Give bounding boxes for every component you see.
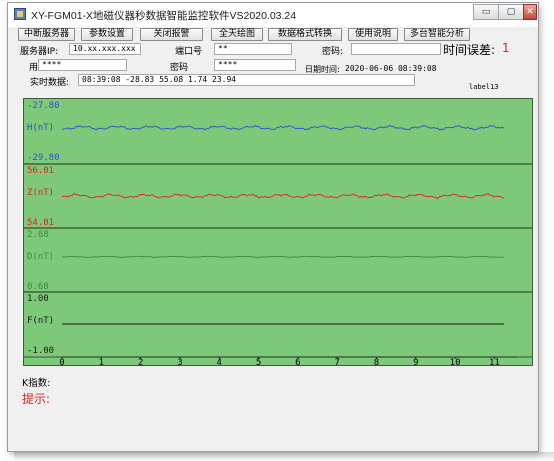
window-shadow <box>14 452 554 461</box>
user-password-label: 密码 <box>170 63 189 73</box>
window-title: XY-FGM01-X地磁仪器秒数据智能监控软件VS2020.03.24 <box>31 10 297 22</box>
panel-3-ymin-label: -1.00 <box>27 346 54 356</box>
series-H(nT) <box>61 124 505 131</box>
series-Z(nT) <box>61 193 505 199</box>
close-button[interactable]: ✕ <box>523 4 537 20</box>
x-tick-label: 7 <box>334 358 339 365</box>
x-tick-label: 0 <box>59 358 64 365</box>
panel-2-ymin-label: 0.68 <box>27 282 49 292</box>
panel-0-ymax-label: -27.80 <box>27 101 60 111</box>
x-tick-label: 11 <box>489 358 500 365</box>
panel-2-ymax-label: 2.68 <box>27 230 49 240</box>
x-tick-label: 2 <box>138 358 143 365</box>
password-field[interactable] <box>351 43 441 55</box>
panel-1-ymax-label: 56.01 <box>27 166 54 176</box>
x-tick-label: 5 <box>256 358 261 365</box>
datetime-value: 2020-06-06 08:39:08 <box>345 64 437 73</box>
full-day-plot-button[interactable]: 全天绘图 <box>211 28 263 41</box>
time-error-label: 时间误差: <box>443 43 496 57</box>
param-settings-button[interactable]: 参数设置 <box>81 28 133 41</box>
magnetometer-chart: -27.80 H(nT) -29.80 56.01 Z(nT) 54.01 2.68 D(nT… <box>23 98 533 368</box>
realtime-data-field[interactable]: 08:39:08 -28.83 55.08 1.74 23.94 <box>78 74 415 86</box>
panel-0-name-label: H(nT) <box>27 123 54 133</box>
server-ip-field[interactable]: 10.xx.xxx.xxx <box>69 43 141 55</box>
maximize-button[interactable]: ▢ <box>498 4 524 20</box>
password-label: 密码: <box>322 47 344 57</box>
port-field[interactable]: ** <box>214 43 292 55</box>
x-tick-label: 4 <box>217 358 222 365</box>
x-tick-label: 1 <box>99 358 104 365</box>
port-label: 端口号 <box>175 47 203 57</box>
x-tick-label: 9 <box>413 358 418 365</box>
minimize-button[interactable]: ▭ <box>473 4 499 20</box>
panel-1-name-label: Z(nT) <box>27 188 54 198</box>
hint-label: 提示: <box>22 392 51 406</box>
user-field[interactable]: **** <box>38 59 127 71</box>
panel-3-name-label: F(nT) <box>27 316 54 326</box>
panel-0-ymin-label: -29.80 <box>27 153 60 163</box>
label13: label13 <box>469 83 499 91</box>
close-alarm-button[interactable]: 关闭报警 <box>140 28 203 41</box>
stop-server-button[interactable]: 中断服务器 <box>18 28 75 41</box>
time-error-value: 1 <box>502 41 510 55</box>
user-password-field[interactable]: **** <box>214 59 296 71</box>
panel-3-ymax-label: 1.00 <box>27 294 49 304</box>
app-icon <box>14 8 26 20</box>
title-bar[interactable]: XY-FGM01-X地磁仪器秒数据智能监控软件VS2020.03.24 ▭ ▢ … <box>8 3 538 27</box>
server-ip-label: 服务器IP: <box>20 47 59 57</box>
user-guide-button[interactable]: 使用说明 <box>348 28 398 41</box>
realtime-data-label: 实时数据: <box>30 78 70 88</box>
panel-1-ymin-label: 54.01 <box>27 218 54 228</box>
series-D(nT) <box>61 255 505 258</box>
chart-svg: -27.80 H(nT) -29.80 56.01 Z(nT) 54.01 2.68 D(nT… <box>24 101 532 368</box>
data-format-convert-button[interactable]: 数据格式转换 <box>268 28 342 41</box>
panel-2-name-label: D(nT) <box>27 252 54 262</box>
multi-device-analysis-button[interactable]: 多台智能分析 <box>404 28 470 41</box>
x-tick-label: 10 <box>450 358 461 365</box>
x-tick-label: 3 <box>177 358 182 365</box>
x-tick-label: 6 <box>295 358 300 365</box>
x-tick-label: 8 <box>374 358 379 365</box>
k-index-label: K指数: <box>22 378 51 389</box>
